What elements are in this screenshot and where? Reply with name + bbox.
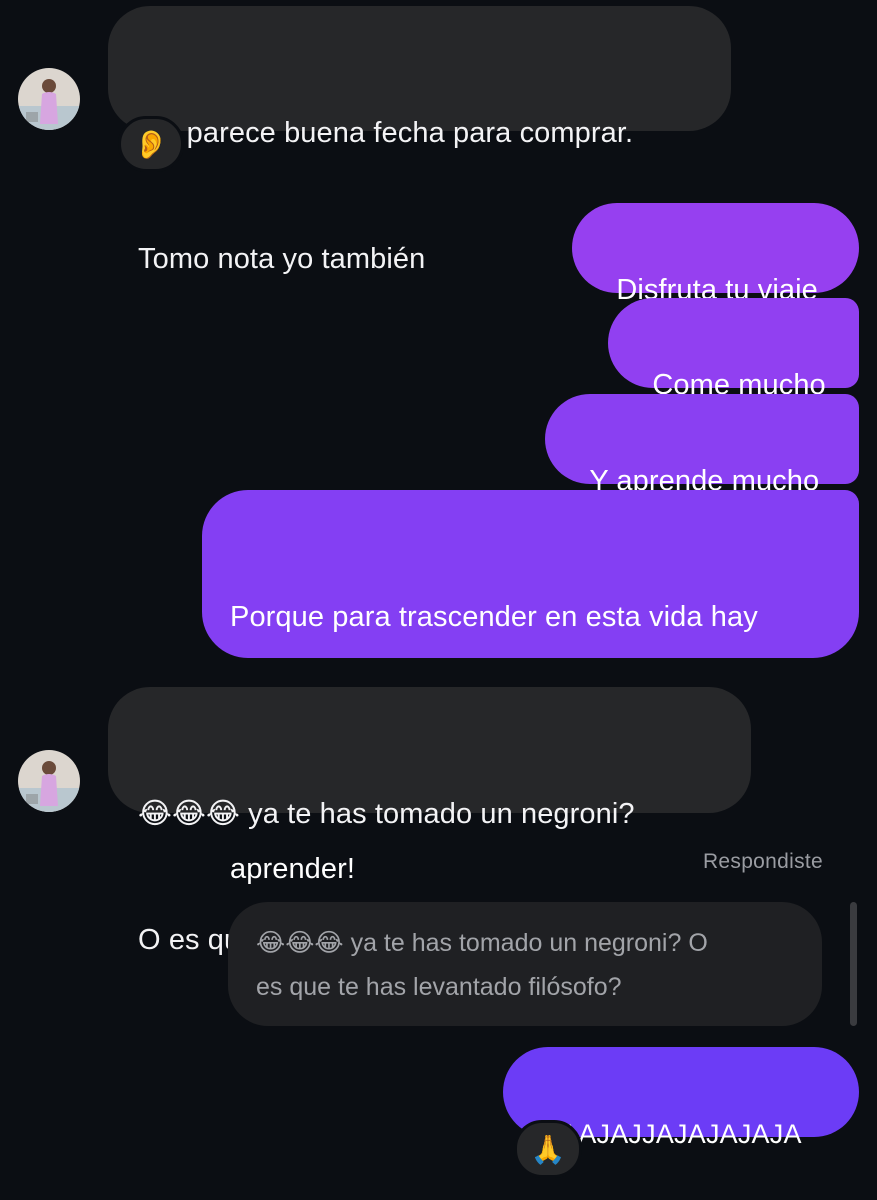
message-text: ya te has tomado un negroni?: [239, 798, 635, 830]
pray-reaction[interactable]: 🙏: [514, 1120, 582, 1178]
laughing-emoji-icon: 😂😂😂: [256, 929, 344, 957]
outgoing-message-2[interactable]: Disfruta tu viaje: [572, 203, 859, 306]
message-line: 😂😂😂 ya te has tomado un negroni?: [138, 793, 721, 835]
incoming-message-1[interactable]: Me parece buena fecha para comprar. Tomo…: [108, 6, 731, 275]
avatar-photo-icon: [18, 750, 80, 812]
quote-line: 😂😂😂 ya te has tomado un negroni? O: [256, 921, 798, 965]
quote-bar: [850, 902, 857, 1026]
sender-avatar[interactable]: [18, 68, 80, 130]
laughing-emoji-icon: 😂😂😂: [138, 798, 240, 830]
sender-avatar[interactable]: [18, 750, 80, 812]
quote-text: ya te has tomado un negroni? O: [343, 929, 708, 957]
avatar-photo-icon: [18, 68, 80, 130]
message-text: JAAJAJJAJAJAJAJA: [546, 1119, 802, 1149]
outgoing-message-5[interactable]: Porque para trascender en esta vida hay …: [202, 490, 859, 885]
outgoing-message-3[interactable]: Come mucho: [608, 298, 859, 401]
message-line: Porque para trascender en esta vida hay: [230, 601, 758, 633]
quoted-message[interactable]: 😂😂😂 ya te has tomado un negroni? O es qu…: [228, 902, 822, 1026]
ear-emoji-icon: 👂: [133, 128, 169, 160]
pray-emoji-icon: 🙏: [530, 1133, 566, 1165]
outgoing-message-4[interactable]: Y aprende mucho: [545, 394, 859, 497]
quote-line: es que te has levantado filósofo?: [256, 973, 622, 1001]
incoming-message-6[interactable]: 😂😂😂 ya te has tomado un negroni? O es qu…: [108, 687, 751, 956]
ear-reaction[interactable]: 👂: [118, 116, 184, 172]
message-line: Me parece buena fecha para comprar.: [138, 117, 634, 149]
replied-label: Respondiste: [702, 850, 823, 873]
